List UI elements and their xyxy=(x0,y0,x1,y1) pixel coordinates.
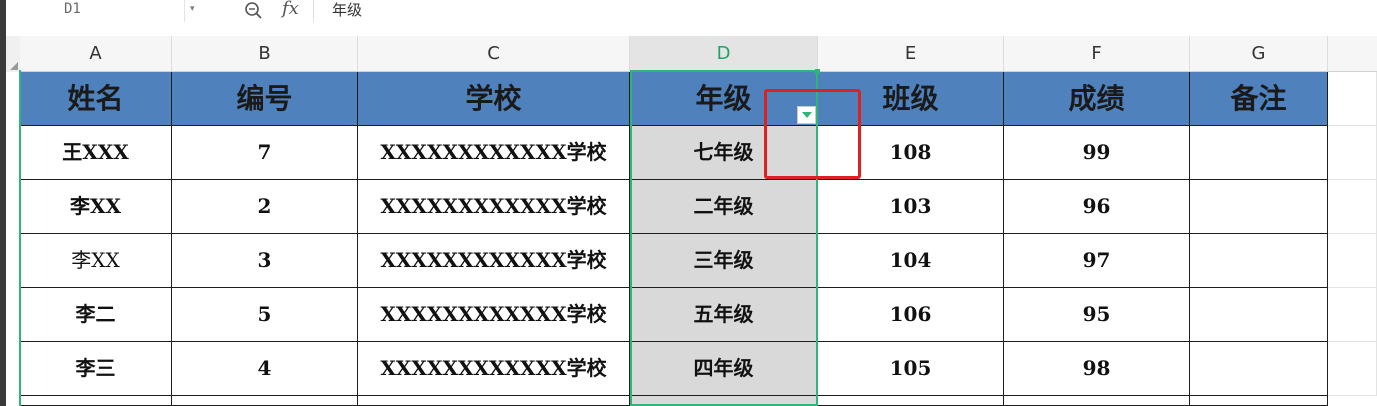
table-cell[interactable]: 7 xyxy=(172,126,358,180)
formula-bar: D1 ▾ fx 年级 xyxy=(6,0,1377,25)
table-cell[interactable] xyxy=(1190,126,1328,180)
column-header-b[interactable]: B xyxy=(172,36,358,72)
table-cell[interactable]: 104 xyxy=(818,234,1004,288)
table-cell[interactable] xyxy=(1190,288,1328,342)
empty-cell[interactable] xyxy=(1328,288,1377,342)
empty-cell[interactable] xyxy=(1328,126,1377,180)
column-header-e[interactable]: E xyxy=(818,36,1004,72)
header-cell-grade[interactable]: 年级 xyxy=(630,72,818,126)
table-cell[interactable] xyxy=(1190,234,1328,288)
table-cell[interactable]: 95 xyxy=(1004,288,1190,342)
filter-dropdown-icon[interactable] xyxy=(797,106,816,124)
table-cell[interactable]: 103 xyxy=(818,180,1004,234)
table-cell[interactable]: 二年级 xyxy=(630,180,818,234)
empty-cell[interactable] xyxy=(1328,342,1377,396)
empty-cell[interactable] xyxy=(1328,72,1377,126)
table-cell[interactable]: 五年级 xyxy=(630,288,818,342)
selection-edge xyxy=(19,70,21,406)
table-cell[interactable]: 105 xyxy=(818,342,1004,396)
table-cell[interactable]: 李三 xyxy=(20,342,172,396)
table-cell[interactable]: 2 xyxy=(172,180,358,234)
table-cell[interactable] xyxy=(172,396,358,406)
table-cell[interactable]: 96 xyxy=(1004,180,1190,234)
table-cell[interactable]: 97 xyxy=(1004,234,1190,288)
fill-handle[interactable] xyxy=(815,69,820,74)
table-cell[interactable]: 李XX xyxy=(20,180,172,234)
zoom-icon[interactable] xyxy=(244,0,264,20)
column-header-h[interactable] xyxy=(1328,36,1377,72)
table-cell[interactable] xyxy=(1190,396,1328,406)
table-cell[interactable] xyxy=(818,396,1004,406)
header-cell-note[interactable]: 备注 xyxy=(1190,72,1328,126)
table-cell[interactable]: 98 xyxy=(1004,342,1190,396)
cell-ref: D1 xyxy=(64,1,81,17)
empty-cell[interactable] xyxy=(1328,180,1377,234)
header-cell-score[interactable]: 成绩 xyxy=(1004,72,1190,126)
header-cell-class[interactable]: 班级 xyxy=(818,72,1004,126)
fx-icon[interactable]: fx xyxy=(282,0,299,19)
table-cell[interactable]: 5 xyxy=(172,288,358,342)
empty-cell[interactable] xyxy=(1328,234,1377,288)
table-cell[interactable]: XXXXXXXXXXXX学校 xyxy=(358,234,630,288)
table-cell[interactable]: 四年级 xyxy=(630,342,818,396)
toolbar-gap xyxy=(6,24,1377,36)
table-cell[interactable]: 106 xyxy=(818,288,1004,342)
table-cell[interactable]: 4 xyxy=(172,342,358,396)
table-cell[interactable] xyxy=(20,396,172,406)
column-header-c[interactable]: C xyxy=(358,36,630,72)
table-cell[interactable]: XXXXXXXXXXXX学校 xyxy=(358,126,630,180)
table-cell[interactable] xyxy=(1004,396,1190,406)
table-cell[interactable]: XXXXXXXXXXXX学校 xyxy=(358,288,630,342)
formula-input[interactable]: 年级 xyxy=(332,0,362,20)
table-cell[interactable]: 三年级 xyxy=(630,234,818,288)
table-cell[interactable]: 七年级 xyxy=(630,126,818,180)
table-cell[interactable] xyxy=(1190,180,1328,234)
divider xyxy=(313,0,314,22)
header-cell-name[interactable]: 姓名 xyxy=(20,72,172,126)
table-cell[interactable]: XXXXXXXXXXXX学校 xyxy=(358,342,630,396)
select-all-corner[interactable] xyxy=(6,36,21,72)
table-cell[interactable]: 99 xyxy=(1004,126,1190,180)
chevron-down-icon[interactable]: ▾ xyxy=(190,4,195,14)
name-box[interactable]: D1 ▾ xyxy=(26,0,195,22)
table-cell[interactable]: 108 xyxy=(818,126,1004,180)
header-cell-id[interactable]: 编号 xyxy=(172,72,358,126)
column-header-f[interactable]: F xyxy=(1004,36,1190,72)
table-cell[interactable]: 李XX xyxy=(20,234,172,288)
column-header-a[interactable]: A xyxy=(20,36,172,72)
header-cell-school[interactable]: 学校 xyxy=(358,72,630,126)
table-cell[interactable] xyxy=(358,396,630,406)
table-cell[interactable]: 李二 xyxy=(20,288,172,342)
table-cell[interactable] xyxy=(1190,342,1328,396)
column-header-g[interactable]: G xyxy=(1190,36,1328,72)
column-header-d[interactable]: D xyxy=(630,36,818,72)
table-cell[interactable]: 王XXX xyxy=(20,126,172,180)
table-cell[interactable]: 3 xyxy=(172,234,358,288)
table-cell[interactable]: XXXXXXXXXXXX学校 xyxy=(358,180,630,234)
table-cell[interactable] xyxy=(630,396,818,406)
